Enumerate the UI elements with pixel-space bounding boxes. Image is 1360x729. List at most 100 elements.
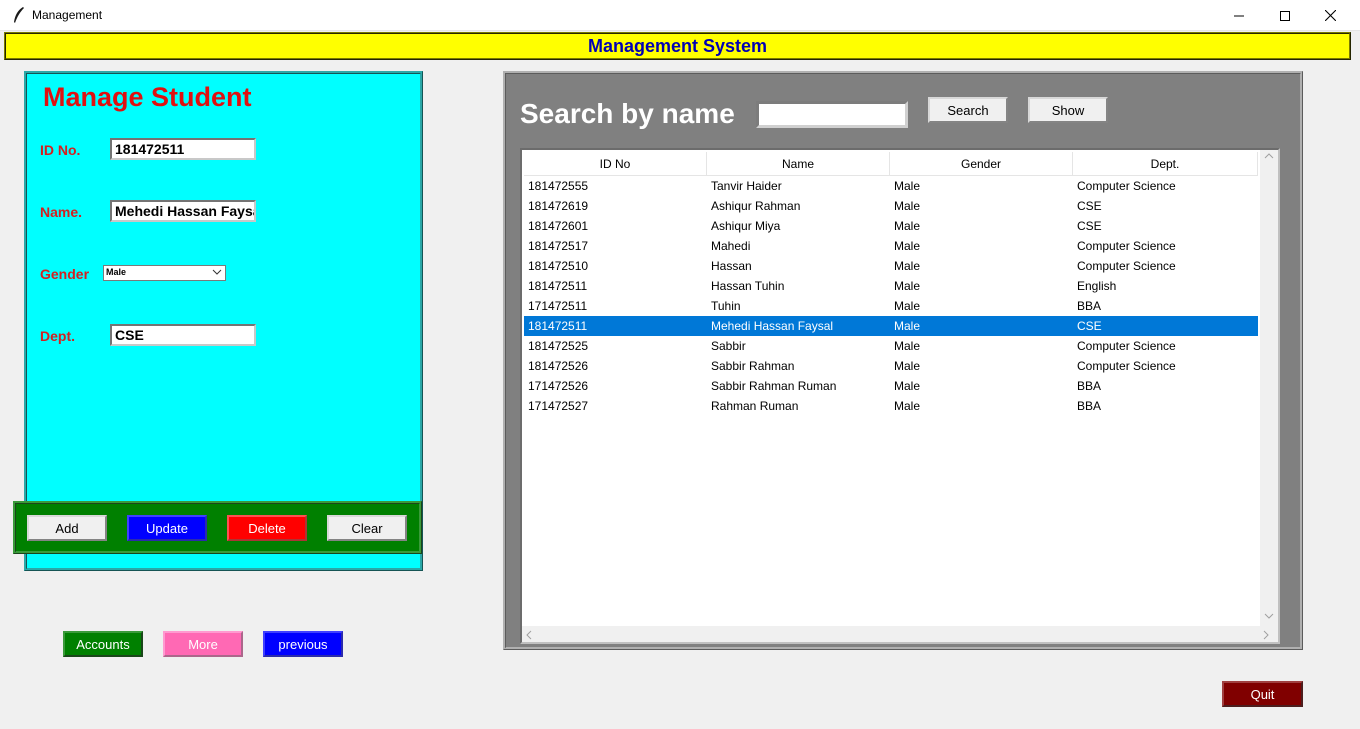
table-row[interactable]: 181472525 Sabbir Male Computer Science <box>524 336 1258 356</box>
column-header[interactable]: ID No <box>524 152 707 176</box>
table-cell: Male <box>894 339 921 353</box>
scroll-left-icon[interactable] <box>525 630 533 643</box>
table-cell: Computer Science <box>1077 239 1176 253</box>
table-cell: Male <box>894 199 921 213</box>
search-input[interactable] <box>756 101 908 128</box>
table-cell: Computer Science <box>1077 259 1176 273</box>
table-cell: 171472511 <box>528 299 588 313</box>
table-cell: 181472555 <box>528 179 589 193</box>
table-cell: BBA <box>1077 379 1102 393</box>
table-cell: Mehedi Hassan Faysal <box>711 319 834 333</box>
table-row[interactable]: 171472526 Sabbir Rahman Ruman Male BBA <box>524 376 1258 396</box>
previous-button[interactable]: previous <box>263 631 343 657</box>
table-cell: Sabbir Rahman Ruman <box>711 379 837 393</box>
update-button[interactable]: Update <box>127 515 207 541</box>
minimize-button[interactable] <box>1216 0 1262 31</box>
table-cell: Mahedi <box>711 239 751 253</box>
maximize-icon <box>1280 10 1290 21</box>
table-cell: Male <box>894 239 921 253</box>
feather-app-icon <box>12 6 26 24</box>
table-cell: BBA <box>1077 399 1102 413</box>
table-row[interactable]: 181472517 Mahedi Male Computer Science <box>524 236 1258 256</box>
banner-title: Management System <box>587 35 768 56</box>
student-table: ID No Name Gender Dept. 181472555 Tanvir Hai… <box>520 148 1280 644</box>
add-button[interactable]: Add <box>27 515 107 541</box>
table-cell: Hassan <box>711 259 752 273</box>
table-cell: Ashiqur Rahman <box>711 199 801 213</box>
clear-button[interactable]: Clear <box>327 515 407 541</box>
table-row[interactable]: 181472601 Ashiqur Miya Male CSE <box>524 216 1258 236</box>
manage-student-panel: Manage Student ID No. 181472511 Name. Me… <box>24 71 423 571</box>
delete-button[interactable]: Delete <box>227 515 307 541</box>
table-cell: 181472517 <box>528 239 589 253</box>
window-title: Management <box>32 8 103 22</box>
table-cell: 181472511 <box>528 319 588 333</box>
horizontal-scrollbar[interactable] <box>522 626 1278 642</box>
show-button[interactable]: Show <box>1028 97 1108 123</box>
scroll-up-icon[interactable] <box>1264 152 1274 163</box>
table-cell: Hassan Tuhin <box>711 279 785 293</box>
table-row[interactable]: 181472555 Tanvir Haider Male Computer Scien… <box>524 176 1258 196</box>
gender-value: Male <box>106 267 127 277</box>
column-header[interactable]: Gender <box>890 152 1073 176</box>
table-cell: 181472601 <box>528 219 589 233</box>
title-bar: Management <box>0 0 1360 31</box>
table-row[interactable]: 171472511 Tuhin Male BBA <box>524 296 1258 316</box>
search-panel: Search by name Search Show ID No Name Gend… <box>503 71 1303 650</box>
name-label: Name. <box>40 204 83 220</box>
table-cell: Computer Science <box>1077 359 1176 373</box>
table-cell: Male <box>894 179 921 193</box>
id-field[interactable]: 181472511 <box>110 138 256 160</box>
close-button[interactable] <box>1307 0 1353 31</box>
form-heading: Manage Student <box>43 82 252 112</box>
table-cell: Computer Science <box>1077 179 1176 193</box>
table-cell: Male <box>894 279 921 293</box>
gender-select[interactable]: Male <box>103 265 226 281</box>
table-cell: CSE <box>1077 199 1102 213</box>
table-cell: Tuhin <box>711 299 741 313</box>
table-cell: 181472510 <box>528 259 589 273</box>
table-cell: 181472525 <box>528 339 589 353</box>
table-cell: Tanvir Haider <box>711 179 782 193</box>
dept-field[interactable]: CSE <box>110 324 256 346</box>
table-cell: Male <box>894 319 921 333</box>
table-row[interactable]: 171472527 Rahman Ruman Male BBA <box>524 396 1258 416</box>
gender-label: Gender <box>40 266 90 282</box>
maximize-button[interactable] <box>1262 0 1308 31</box>
table-row[interactable]: 181472619 Ashiqur Rahman Male CSE <box>524 196 1258 216</box>
table-row[interactable]: 181472511 Mehedi Hassan Faysal Male CSE <box>524 316 1258 336</box>
table-cell: Sabbir Rahman <box>711 359 795 373</box>
more-button[interactable]: More <box>163 631 243 657</box>
table-cell: Male <box>894 299 921 313</box>
id-label: ID No. <box>40 142 81 158</box>
table-cell: English <box>1077 279 1117 293</box>
table-cell: Rahman Ruman <box>711 399 799 413</box>
header-banner: Management System <box>4 32 1351 60</box>
table-cell: Male <box>894 399 921 413</box>
table-body: 181472555 Tanvir Haider Male Computer Scien… <box>524 176 1258 416</box>
scroll-down-icon[interactable] <box>1264 612 1274 623</box>
table-cell: Male <box>894 379 921 393</box>
table-cell: 171472526 <box>528 379 589 393</box>
table-cell: 181472619 <box>528 199 589 213</box>
close-icon <box>1324 10 1336 21</box>
table-cell: CSE <box>1077 319 1102 333</box>
name-field[interactable]: Mehedi Hassan Faysal <box>110 200 256 222</box>
column-header[interactable]: Name <box>707 152 890 176</box>
table-row[interactable]: 181472510 Hassan Male Computer Science <box>524 256 1258 276</box>
quit-button[interactable]: Quit <box>1222 681 1303 707</box>
scroll-right-icon[interactable] <box>1262 630 1270 643</box>
table-cell: 171472527 <box>528 399 589 413</box>
table-cell: Sabbir <box>711 339 746 353</box>
accounts-button[interactable]: Accounts <box>63 631 143 657</box>
search-button[interactable]: Search <box>928 97 1008 123</box>
column-header[interactable]: Dept. <box>1073 152 1258 176</box>
table-cell: Computer Science <box>1077 339 1176 353</box>
table-row[interactable]: 181472511 Hassan Tuhin Male English <box>524 276 1258 296</box>
search-label: Search by name <box>520 98 735 129</box>
table-row[interactable]: 181472526 Sabbir Rahman Male Computer Scien… <box>524 356 1258 376</box>
dept-label: Dept. <box>40 328 75 344</box>
table-cell: Male <box>894 359 921 373</box>
vertical-scrollbar[interactable] <box>1260 150 1278 626</box>
table-cell: BBA <box>1077 299 1102 313</box>
